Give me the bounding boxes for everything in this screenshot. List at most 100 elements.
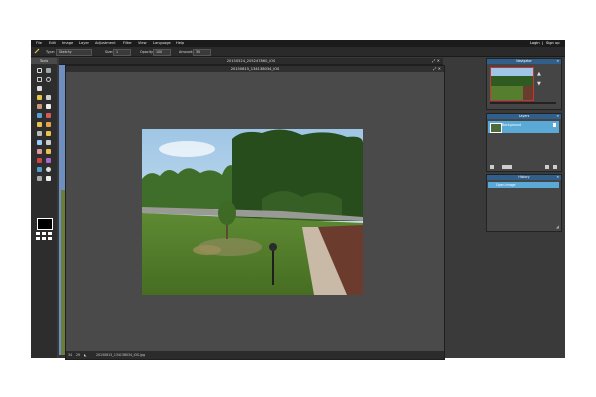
crop-tool[interactable] (36, 67, 43, 74)
lasso-tool[interactable] (45, 76, 52, 83)
blur-icon (37, 140, 42, 145)
layer-trash-icon[interactable] (553, 165, 557, 169)
menu-help[interactable]: Help (176, 41, 184, 45)
foreground-color-swatch[interactable] (37, 218, 53, 230)
bucket-icon (37, 113, 42, 118)
type-tool[interactable] (45, 175, 52, 182)
zoom-level[interactable]: 34 (68, 351, 72, 359)
tools-title: Tools (31, 58, 57, 64)
wand-icon (37, 122, 42, 127)
document-title-front-text: 20150615_134138034_iOS (230, 67, 280, 71)
document-title-back[interactable]: 20150524_205247860_iOS ⤢ ✕ (59, 58, 443, 65)
document-title-front[interactable]: 20150615_134138034_iOS ⤢ ✕ (66, 66, 444, 72)
menu-layer[interactable]: Layer (79, 41, 89, 45)
brush-tool[interactable] (36, 94, 43, 101)
zoom-tool[interactable] (45, 166, 52, 173)
history-item[interactable]: Open Image (488, 182, 559, 188)
blur-tool[interactable] (36, 139, 43, 146)
stamp-tool[interactable] (45, 112, 52, 119)
color-replace-tool[interactable] (45, 157, 52, 164)
menu-adjustment[interactable]: Adjustment (95, 41, 116, 45)
redeye-tool[interactable] (36, 157, 43, 164)
move-icon (46, 68, 51, 73)
zoom-out-icon[interactable]: ▼ (537, 81, 541, 87)
amount-value: 30 (196, 49, 201, 54)
menu-separator: | (542, 41, 544, 45)
sharpen-icon (46, 140, 51, 145)
navigator-thumbnail[interactable] (490, 67, 534, 101)
opacity-value: 100 (156, 49, 163, 54)
status-filename: 20150615_134138034_iOS.jpg (96, 353, 146, 357)
close-icon[interactable]: ⤢ ✕ (432, 58, 440, 64)
gradient-icon (46, 122, 51, 127)
status-bar: 34 29 ◣ 20150615_134138034_iOS.jpg (66, 351, 444, 359)
menu-view[interactable]: View (138, 41, 147, 45)
document-window-front: 20150615_134138034_iOS ⤢ ✕ 34 29 ◣ 20150… (65, 65, 445, 360)
pencil-tool[interactable] (45, 94, 52, 101)
type-label: Type: (46, 49, 55, 54)
hand-tool[interactable] (36, 166, 43, 173)
document-title-back-text: 20150524_205247860_iOS (226, 59, 276, 63)
burn-tool[interactable] (45, 130, 52, 137)
layer-new-icon[interactable] (545, 165, 549, 169)
dodge-tool[interactable] (36, 130, 43, 137)
wand-tool[interactable] (36, 121, 43, 128)
brush-tool-icon (34, 48, 40, 54)
resize-icon[interactable]: ◢ (556, 224, 559, 229)
photo-canvas[interactable] (142, 129, 363, 295)
close-icon[interactable]: ✕ (556, 114, 559, 119)
navigator-preview (491, 68, 533, 100)
type-value: Sketchy (59, 49, 72, 54)
layer-delete-icon[interactable] (490, 165, 494, 169)
size-value: 1 (116, 49, 119, 54)
pointer-icon (37, 86, 42, 91)
sharpen-tool[interactable] (45, 139, 52, 146)
sponge-tool[interactable] (45, 148, 52, 155)
burn-icon (46, 131, 51, 136)
type-select[interactable]: Sketchy (56, 48, 92, 56)
layer-style-icon[interactable] (502, 165, 512, 169)
amount-select[interactable]: 30 (193, 48, 211, 56)
options-bar: Type: Sketchy Size: 1 Opacity: 100 Amoun… (31, 47, 565, 57)
fill-tool[interactable] (36, 112, 43, 119)
pointer-tool[interactable] (36, 85, 43, 92)
menu-image[interactable]: Image (62, 41, 73, 45)
heal-icon (37, 104, 42, 109)
heal-tool[interactable] (36, 103, 43, 110)
close-icon[interactable]: ⤢ ✕ (433, 66, 441, 72)
menu-edit[interactable]: Edit (49, 41, 56, 45)
menu-bar: File Edit Image Layer Adjustment Filter … (31, 40, 565, 47)
stamp-icon (46, 113, 51, 118)
signup-link[interactable]: Sign up (546, 41, 560, 45)
tools-panel: Tools (31, 58, 57, 358)
layers-panel: Layers ✕ Background (486, 113, 562, 172)
opacity-select[interactable]: 100 (153, 48, 171, 56)
zoom-in-icon[interactable]: ▲ (537, 71, 541, 77)
eraser-tool[interactable] (45, 103, 52, 110)
login-link[interactable]: Login (530, 41, 540, 45)
smudge-tool[interactable] (36, 148, 43, 155)
layer-thumbnail (490, 123, 502, 133)
hand-icon (37, 167, 42, 172)
opacity-label: Opacity: (140, 49, 154, 54)
size-select[interactable]: 1 (113, 48, 131, 56)
menu-file[interactable]: File (36, 41, 42, 45)
navigator-title: Navigator (516, 59, 532, 63)
app-window: File Edit Image Layer Adjustment Filter … (31, 40, 565, 360)
move-tool[interactable] (45, 67, 52, 74)
amount-label: Amount: (179, 49, 194, 54)
eyedropper-tool[interactable] (36, 175, 43, 182)
marquee-tool[interactable] (36, 76, 43, 83)
layer-name: Background (502, 123, 522, 127)
navigator-zoom-slider[interactable] (490, 102, 556, 104)
menu-language[interactable]: Language (153, 41, 171, 45)
gradient-tool[interactable] (45, 121, 52, 128)
eyedropper-icon (37, 176, 42, 181)
canvas-area[interactable] (66, 73, 444, 349)
color-palette-icon[interactable] (36, 232, 52, 242)
layer-row[interactable]: Background (488, 121, 559, 133)
close-icon[interactable]: ✕ (556, 59, 559, 64)
close-icon[interactable]: ✕ (556, 175, 559, 180)
navigator-panel: Navigator ✕ ▲ ▼ (486, 58, 562, 110)
menu-filter[interactable]: Filter (123, 41, 132, 45)
